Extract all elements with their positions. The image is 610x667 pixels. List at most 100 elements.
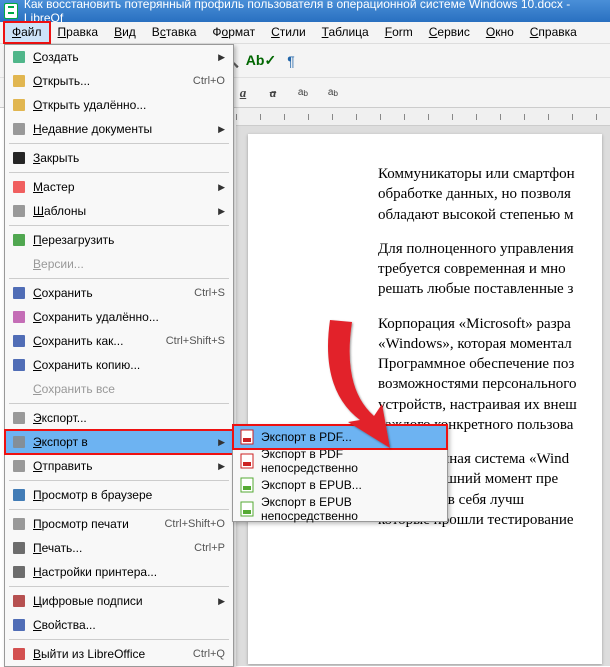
formatting-marks-button[interactable]: ¶ <box>279 49 303 73</box>
chevron-right-icon: ▶ <box>218 596 225 607</box>
menu-item: Сохранить все <box>5 377 233 401</box>
chevron-right-icon: ▶ <box>218 124 225 135</box>
chevron-right-icon: ▶ <box>218 182 225 193</box>
exit-icon <box>5 647 33 661</box>
epub-icon <box>233 477 261 493</box>
menu-сервис[interactable]: Сервис <box>421 22 478 43</box>
paragraph[interactable]: Корпорация «Microsoft» разра«Windows», к… <box>378 314 602 436</box>
menu-item[interactable]: СохранитьCtrl+S <box>5 281 233 305</box>
menu-item-label: Сохранить все <box>33 382 225 396</box>
menu-item[interactable]: Просмотр в браузере <box>5 483 233 507</box>
menu-item-label: Шаблоны <box>33 204 218 218</box>
menu-item[interactable]: Цифровые подписи▶ <box>5 589 233 613</box>
menu-item[interactable]: Сохранить удалённо... <box>5 305 233 329</box>
opend-icon <box>5 98 33 112</box>
ruler[interactable] <box>236 108 610 126</box>
submenu-item[interactable]: Экспорт в EPUB... <box>233 473 447 497</box>
menu-item-label: Сохранить как... <box>33 334 166 348</box>
open-icon <box>5 74 33 88</box>
props-icon <box>5 618 33 632</box>
menu-item[interactable]: Выйти из LibreOfficeCtrl+Q <box>5 642 233 666</box>
chevron-right-icon: ▶ <box>218 437 225 448</box>
menu-form[interactable]: Form <box>377 22 421 43</box>
pdf-icon <box>233 429 261 445</box>
menu-item[interactable]: Настройки принтера... <box>5 560 233 584</box>
menu-item[interactable]: Шаблоны▶ <box>5 199 233 223</box>
menu-справка[interactable]: Справка <box>522 22 585 43</box>
menu-item[interactable]: Перезагрузить <box>5 228 233 252</box>
page[interactable]: Коммуникаторы или смартфонобработке данн… <box>248 134 602 664</box>
menu-item-label: Просмотр печати <box>33 517 164 531</box>
menu-item[interactable]: Открыть удалённо... <box>5 93 233 117</box>
menu-item-label: Печать... <box>33 541 194 555</box>
menu-item-label: Выйти из LibreOffice <box>33 647 193 661</box>
saver-icon <box>5 310 33 324</box>
print-icon <box>5 541 33 555</box>
exportto-icon <box>5 435 33 449</box>
shortcut: Ctrl+Shift+S <box>166 335 225 347</box>
menu-item[interactable]: Мастер▶ <box>5 175 233 199</box>
menu-item-label: Сохранить <box>33 286 194 300</box>
menu-вид[interactable]: Вид <box>106 22 144 43</box>
savecp-icon <box>5 358 33 372</box>
submenu-item[interactable]: Экспорт в PDF непосредственно <box>233 449 447 473</box>
reload-icon <box>5 233 33 247</box>
menu-item[interactable]: Печать...Ctrl+P <box>5 536 233 560</box>
menu-правка[interactable]: Правка <box>50 22 107 43</box>
menu-окно[interactable]: Окно <box>478 22 522 43</box>
recent-icon <box>5 122 33 136</box>
menu-item[interactable]: Закрыть <box>5 146 233 170</box>
file-menu-dropdown: Создать▶Открыть...Ctrl+OОткрыть удалённо… <box>4 44 234 667</box>
titlebar: Как восстановить потерянный профиль поль… <box>0 0 610 22</box>
menu-файл[interactable]: Файл <box>4 22 50 43</box>
menu-таблица[interactable]: Таблица <box>314 22 377 43</box>
menu-item[interactable]: Сохранить как...Ctrl+Shift+S <box>5 329 233 353</box>
new-icon <box>5 50 33 64</box>
menu-item-label: Просмотр в браузере <box>33 488 225 502</box>
saveas-icon <box>5 334 33 348</box>
menu-item-label: Цифровые подписи <box>33 594 218 608</box>
shortcut: Ctrl+P <box>194 542 225 554</box>
chevron-right-icon: ▶ <box>218 52 225 63</box>
menu-item[interactable]: Создать▶ <box>5 45 233 69</box>
underline-button[interactable]: a <box>231 81 255 105</box>
menu-item-label: Мастер <box>33 180 218 194</box>
menu-формат[interactable]: Формат <box>204 22 263 43</box>
menu-item: Версии... <box>5 252 233 276</box>
menu-item-label: Отправить <box>33 459 218 473</box>
spellcheck-button[interactable]: Ab✓ <box>249 49 273 73</box>
menu-item[interactable]: Экспорт... <box>5 406 233 430</box>
shortcut: Ctrl+O <box>193 75 225 87</box>
menubar: ФайлПравкаВидВставкаФорматСтилиТаблицаFo… <box>0 22 610 44</box>
menu-item[interactable]: Экспорт в▶ <box>5 430 233 454</box>
paragraph[interactable]: Коммуникаторы или смартфонобработке данн… <box>378 164 602 225</box>
save-icon <box>5 286 33 300</box>
subscript-button[interactable]: ab <box>321 81 345 105</box>
sign-icon <box>5 594 33 608</box>
document-area: Коммуникаторы или смартфонобработке данн… <box>236 126 610 666</box>
paragraph[interactable]: Для полноценного управлениятребуется сов… <box>378 239 602 300</box>
menu-стили[interactable]: Стили <box>263 22 314 43</box>
menu-вставка[interactable]: Вставка <box>144 22 205 43</box>
submenu-item-label: Экспорт в PDF... <box>261 430 439 444</box>
menu-item-label: Сохранить удалённо... <box>33 310 225 324</box>
menu-item[interactable]: Открыть...Ctrl+O <box>5 69 233 93</box>
menu-item-label: Экспорт в <box>33 435 218 449</box>
menu-item-label: Свойства... <box>33 618 225 632</box>
menu-item[interactable]: Просмотр печатиCtrl+Shift+O <box>5 512 233 536</box>
submenu-item[interactable]: Экспорт в PDF... <box>233 425 447 449</box>
superscript-button[interactable]: ab <box>291 81 315 105</box>
send-icon <box>5 459 33 473</box>
menu-item-label: Создать <box>33 50 218 64</box>
menu-item[interactable]: Свойства... <box>5 613 233 637</box>
printer-icon <box>5 565 33 579</box>
submenu-item[interactable]: Экспорт в EPUB непосредственно <box>233 497 447 521</box>
menu-item-label: Недавние документы <box>33 122 218 136</box>
strike-button[interactable]: a <box>261 81 285 105</box>
menu-item[interactable]: Недавние документы▶ <box>5 117 233 141</box>
submenu-item-label: Экспорт в EPUB непосредственно <box>261 495 439 523</box>
submenu-item-label: Экспорт в PDF непосредственно <box>261 447 439 475</box>
menu-item[interactable]: Отправить▶ <box>5 454 233 478</box>
menu-item-label: Сохранить копию... <box>33 358 225 372</box>
menu-item[interactable]: Сохранить копию... <box>5 353 233 377</box>
